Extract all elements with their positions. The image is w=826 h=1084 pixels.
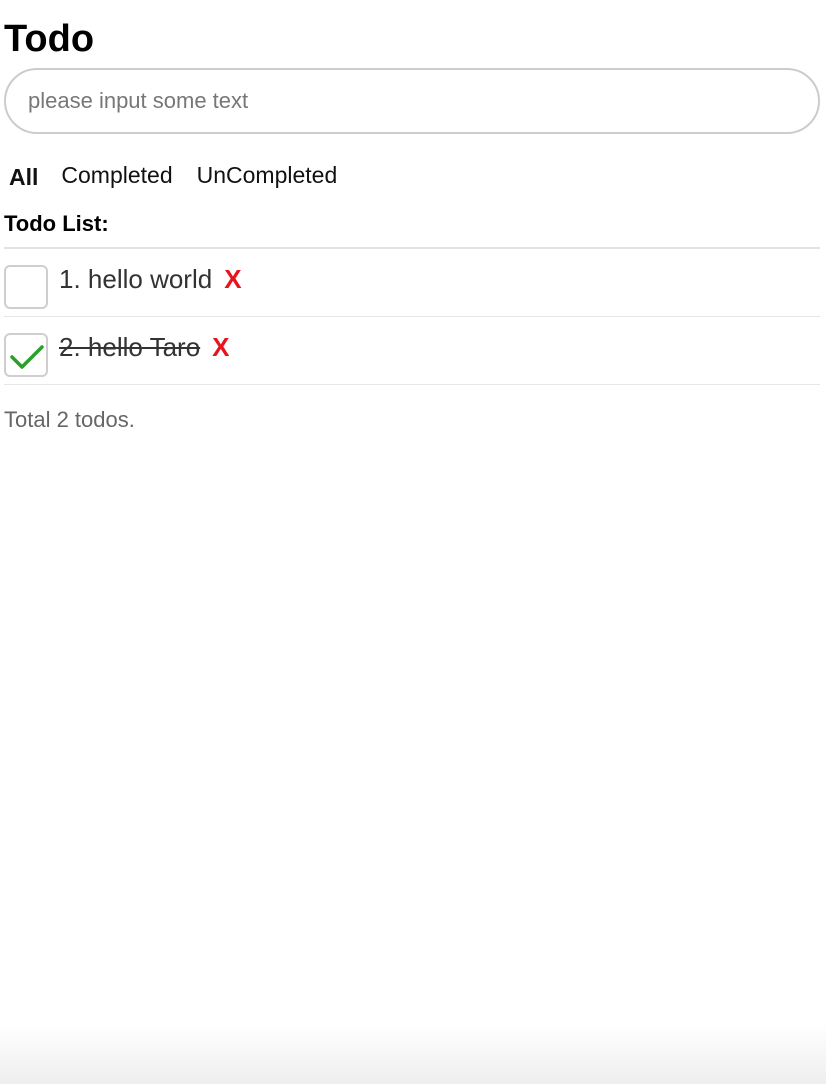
filter-uncompleted[interactable]: UnCompleted [197,162,338,189]
todo-text: 1. hello world [59,264,213,294]
filter-all[interactable]: All [9,160,38,191]
delete-button[interactable]: X [212,331,229,363]
list-heading: Todo List: [4,211,109,236]
todo-checkbox[interactable] [4,333,48,377]
todo-item: 1. hello world X [4,249,820,317]
checkmark-icon [10,345,44,369]
todo-input[interactable] [4,68,820,134]
input-wrapper [4,68,820,134]
todo-app: Todo All Completed UnCompleted Todo List… [0,0,826,1084]
filter-completed[interactable]: Completed [61,162,172,189]
todo-item: 2. hello Taro X [4,317,820,385]
total-count: Total 2 todos. [4,407,135,432]
bottom-shade [0,1024,826,1084]
todo-list: 1. hello world X 2. hello Taro X [4,247,820,385]
filter-bar: All Completed UnCompleted [4,160,820,191]
todo-checkbox[interactable] [4,265,48,309]
todo-text: 2. hello Taro [59,332,201,362]
delete-button[interactable]: X [224,263,241,295]
page-title: Todo [4,18,95,60]
